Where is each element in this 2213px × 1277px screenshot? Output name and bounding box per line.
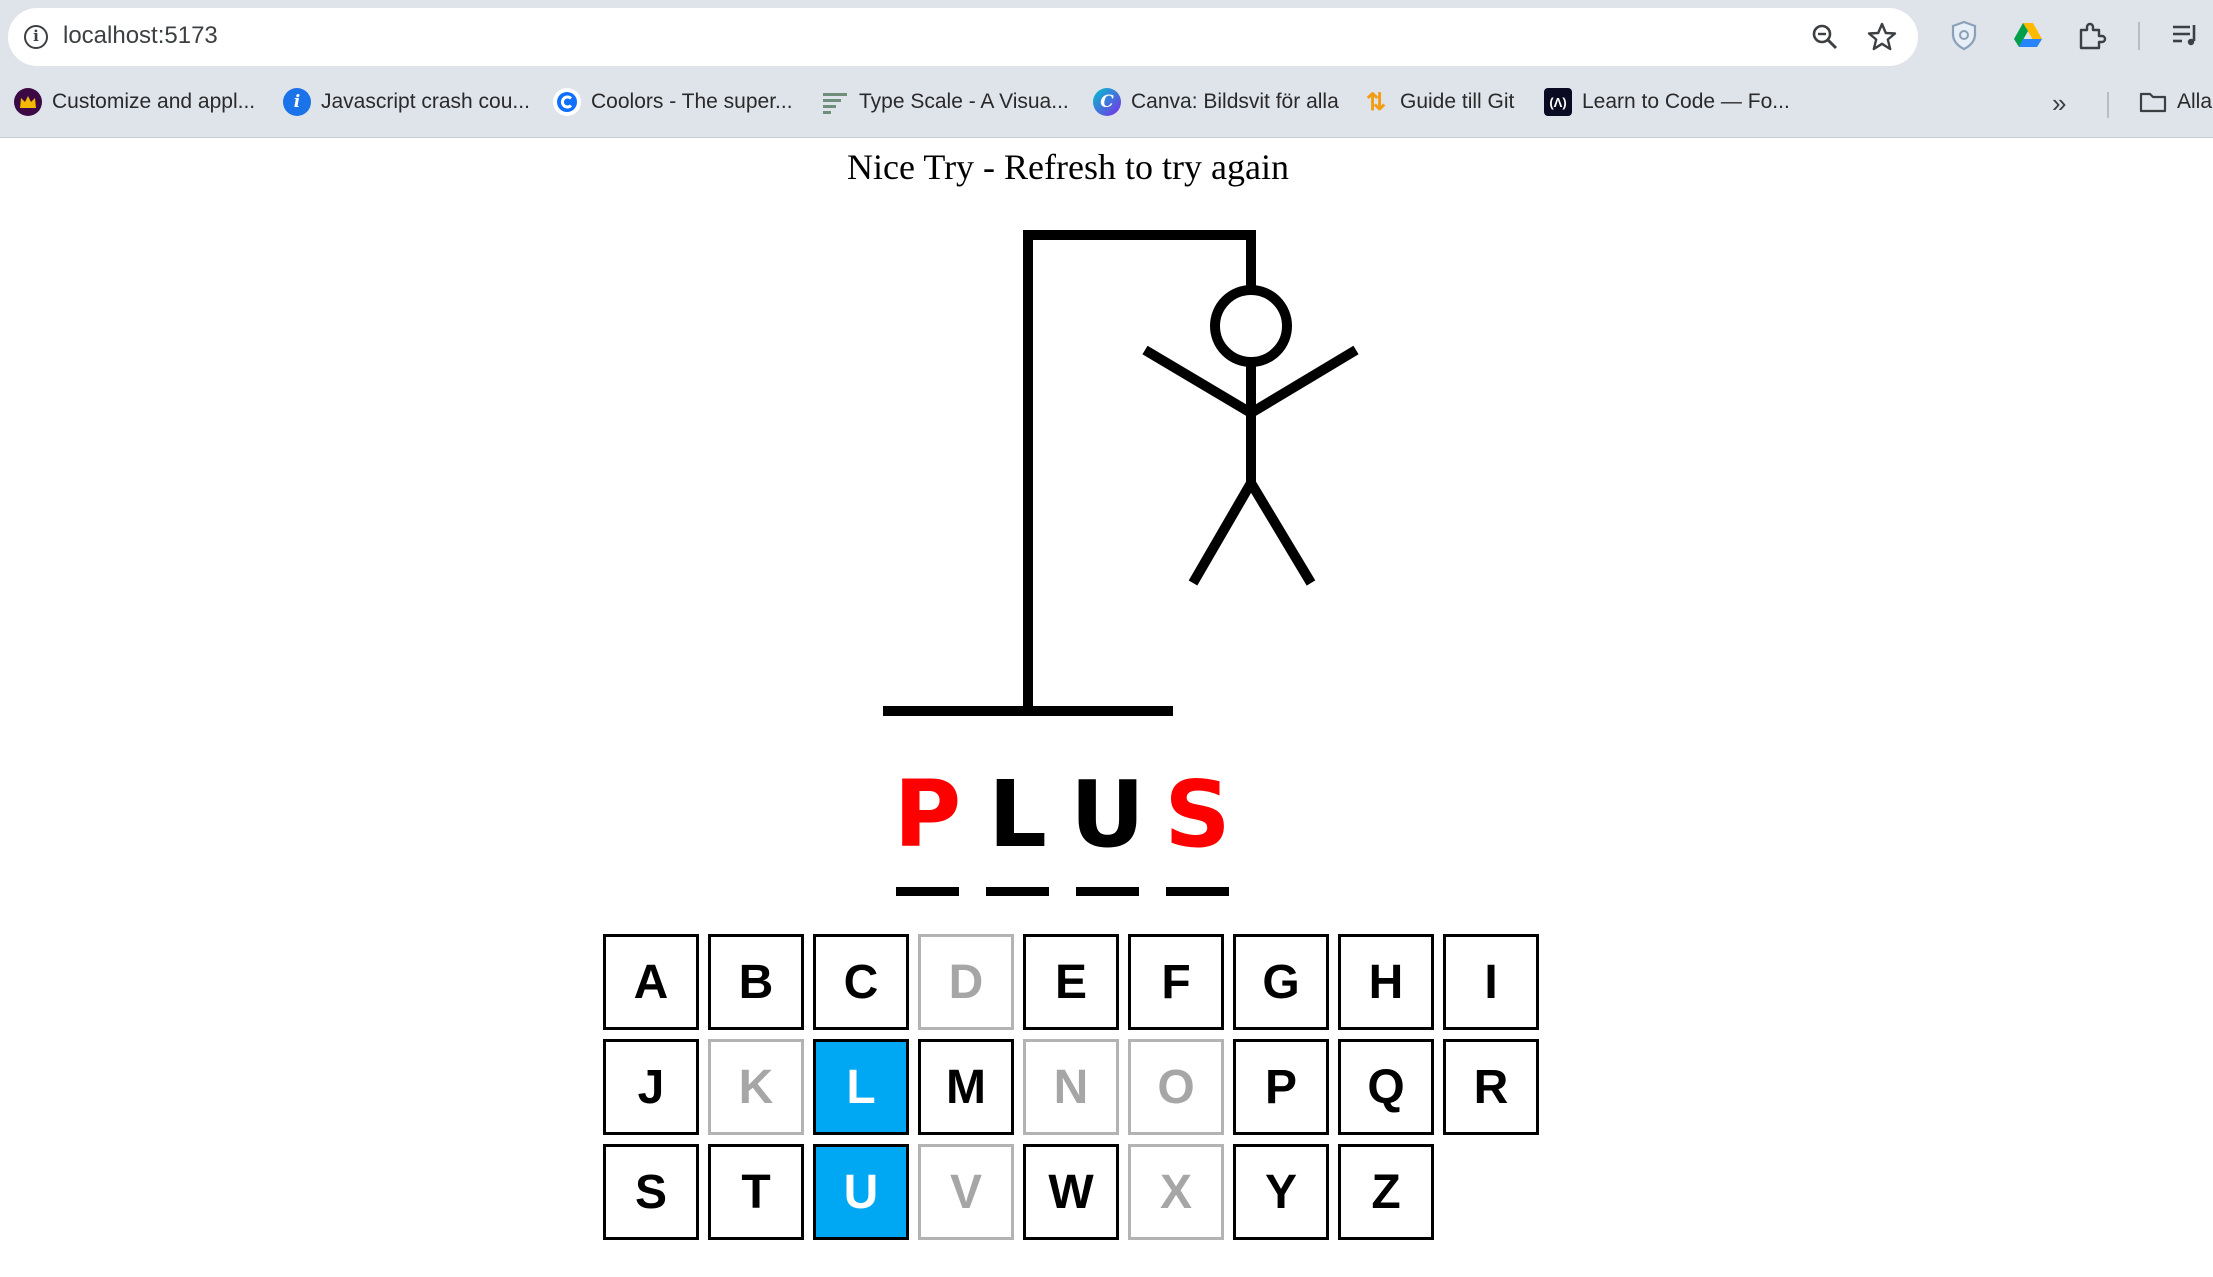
letter-underline [1166, 887, 1229, 896]
key-h[interactable]: H [1338, 934, 1434, 1030]
more-bookmarks-chevron-icon[interactable]: » [2052, 88, 2066, 119]
address-bar-url[interactable]: localhost:5173 [63, 22, 218, 50]
key-s[interactable]: S [603, 1144, 699, 1240]
gallows [883, 230, 1256, 716]
bookmark-item[interactable]: i Javascript crash cou... [283, 82, 530, 122]
key-b[interactable]: B [708, 934, 804, 1030]
key-f[interactable]: F [1128, 934, 1224, 1030]
key-l: L [813, 1039, 909, 1135]
key-o: O [1128, 1039, 1224, 1135]
bookmark-item[interactable]: Customize and appl... [14, 82, 255, 122]
google-drive-icon[interactable] [2011, 18, 2045, 52]
coolors-icon [553, 88, 581, 116]
hangman-figure [1142, 285, 1359, 586]
freecodecamp-icon: (Λ) [1544, 88, 1572, 116]
key-m[interactable]: M [918, 1039, 1014, 1135]
key-x: X [1128, 1144, 1224, 1240]
key-v: V [918, 1144, 1014, 1240]
bookmark-label: Canva: Bildsvit för alla [1131, 90, 1339, 113]
word-letter: L [988, 761, 1047, 868]
letter-underline [986, 887, 1049, 896]
key-p[interactable]: P [1233, 1039, 1329, 1135]
bookmark-label: Type Scale - A Visua... [859, 90, 1069, 113]
bookmark-item[interactable]: Type Scale - A Visua... [821, 82, 1069, 122]
key-i[interactable]: I [1443, 934, 1539, 1030]
folder-icon [2139, 88, 2167, 116]
bookmark-label: Javascript crash cou... [321, 90, 530, 113]
bookmark-label: Coolors - The super... [591, 90, 793, 113]
shield-extension-icon[interactable] [1947, 18, 1981, 52]
bookmark-item[interactable]: (Λ) Learn to Code — Fo... [1544, 82, 1790, 122]
hangman-left-leg [1188, 480, 1256, 586]
key-r[interactable]: R [1443, 1039, 1539, 1135]
key-t[interactable]: T [708, 1144, 804, 1240]
hangman-head [1210, 285, 1292, 367]
word-letter-slot: U [1070, 765, 1145, 896]
bookmark-item[interactable]: C Canva: Bildsvit för alla [1093, 82, 1339, 122]
bookmarks-divider [2107, 92, 2109, 118]
key-d: D [918, 934, 1014, 1030]
bookmarks-bar: Customize and appl... i Javascript crash… [0, 82, 2213, 122]
toolbar-divider [2138, 22, 2140, 50]
key-k: K [708, 1039, 804, 1135]
bookmark-label: Learn to Code — Fo... [1582, 90, 1790, 113]
site-info-icon[interactable]: i [24, 25, 48, 49]
reading-list-icon[interactable] [2168, 18, 2202, 52]
key-n: N [1023, 1039, 1119, 1135]
key-a[interactable]: A [603, 934, 699, 1030]
key-w[interactable]: W [1023, 1144, 1119, 1240]
extensions-puzzle-icon[interactable] [2075, 18, 2109, 52]
hangman-right-leg [1246, 480, 1316, 586]
key-u: U [813, 1144, 909, 1240]
word-letter-slot: P [893, 761, 962, 896]
word-letter: S [1164, 761, 1231, 868]
type-scale-icon [821, 88, 849, 116]
bookmark-item[interactable]: Coolors - The super... [553, 82, 793, 122]
hangman-drawing [883, 230, 1359, 716]
word-letter-slot: S [1164, 761, 1231, 896]
all-bookmarks-label: Alla [2177, 90, 2213, 113]
key-c[interactable]: C [813, 934, 909, 1030]
word-letter: U [1070, 761, 1145, 868]
word-letter: P [893, 761, 962, 868]
game-status-message: Nice Try - Refresh to try again [847, 147, 1289, 187]
key-e[interactable]: E [1023, 934, 1119, 1030]
key-y[interactable]: Y [1233, 1144, 1329, 1240]
crown-icon [14, 88, 42, 116]
browser-chrome: i localhost:5173 Customize and appl... i… [0, 0, 2213, 138]
canva-icon: C [1093, 88, 1121, 116]
word-letter-slot: L [986, 765, 1049, 896]
letter-underline [896, 887, 959, 896]
bookmark-label: Customize and appl... [52, 90, 256, 113]
zoom-icon[interactable] [1808, 20, 1842, 54]
git-guide-icon: ⇅ [1365, 88, 1387, 116]
letter-underline [1076, 887, 1139, 896]
bookmark-star-icon[interactable] [1865, 20, 1899, 54]
address-bar[interactable]: i localhost:5173 [8, 8, 1918, 66]
key-j[interactable]: J [603, 1039, 699, 1135]
info-circle-icon: i [283, 88, 311, 116]
key-q[interactable]: Q [1338, 1039, 1434, 1135]
all-bookmarks-folder[interactable]: Alla [2139, 82, 2212, 122]
word-display: PLUS [893, 761, 1231, 896]
key-z[interactable]: Z [1338, 1144, 1434, 1240]
letter-keyboard: ABCDEFGHI JKLMNOPQR STUVWXYZ [603, 934, 1539, 1240]
bookmark-item[interactable]: ⇅ Guide till Git [1362, 82, 1514, 122]
key-g[interactable]: G [1233, 934, 1329, 1030]
bookmark-label: Guide till Git [1400, 90, 1515, 113]
